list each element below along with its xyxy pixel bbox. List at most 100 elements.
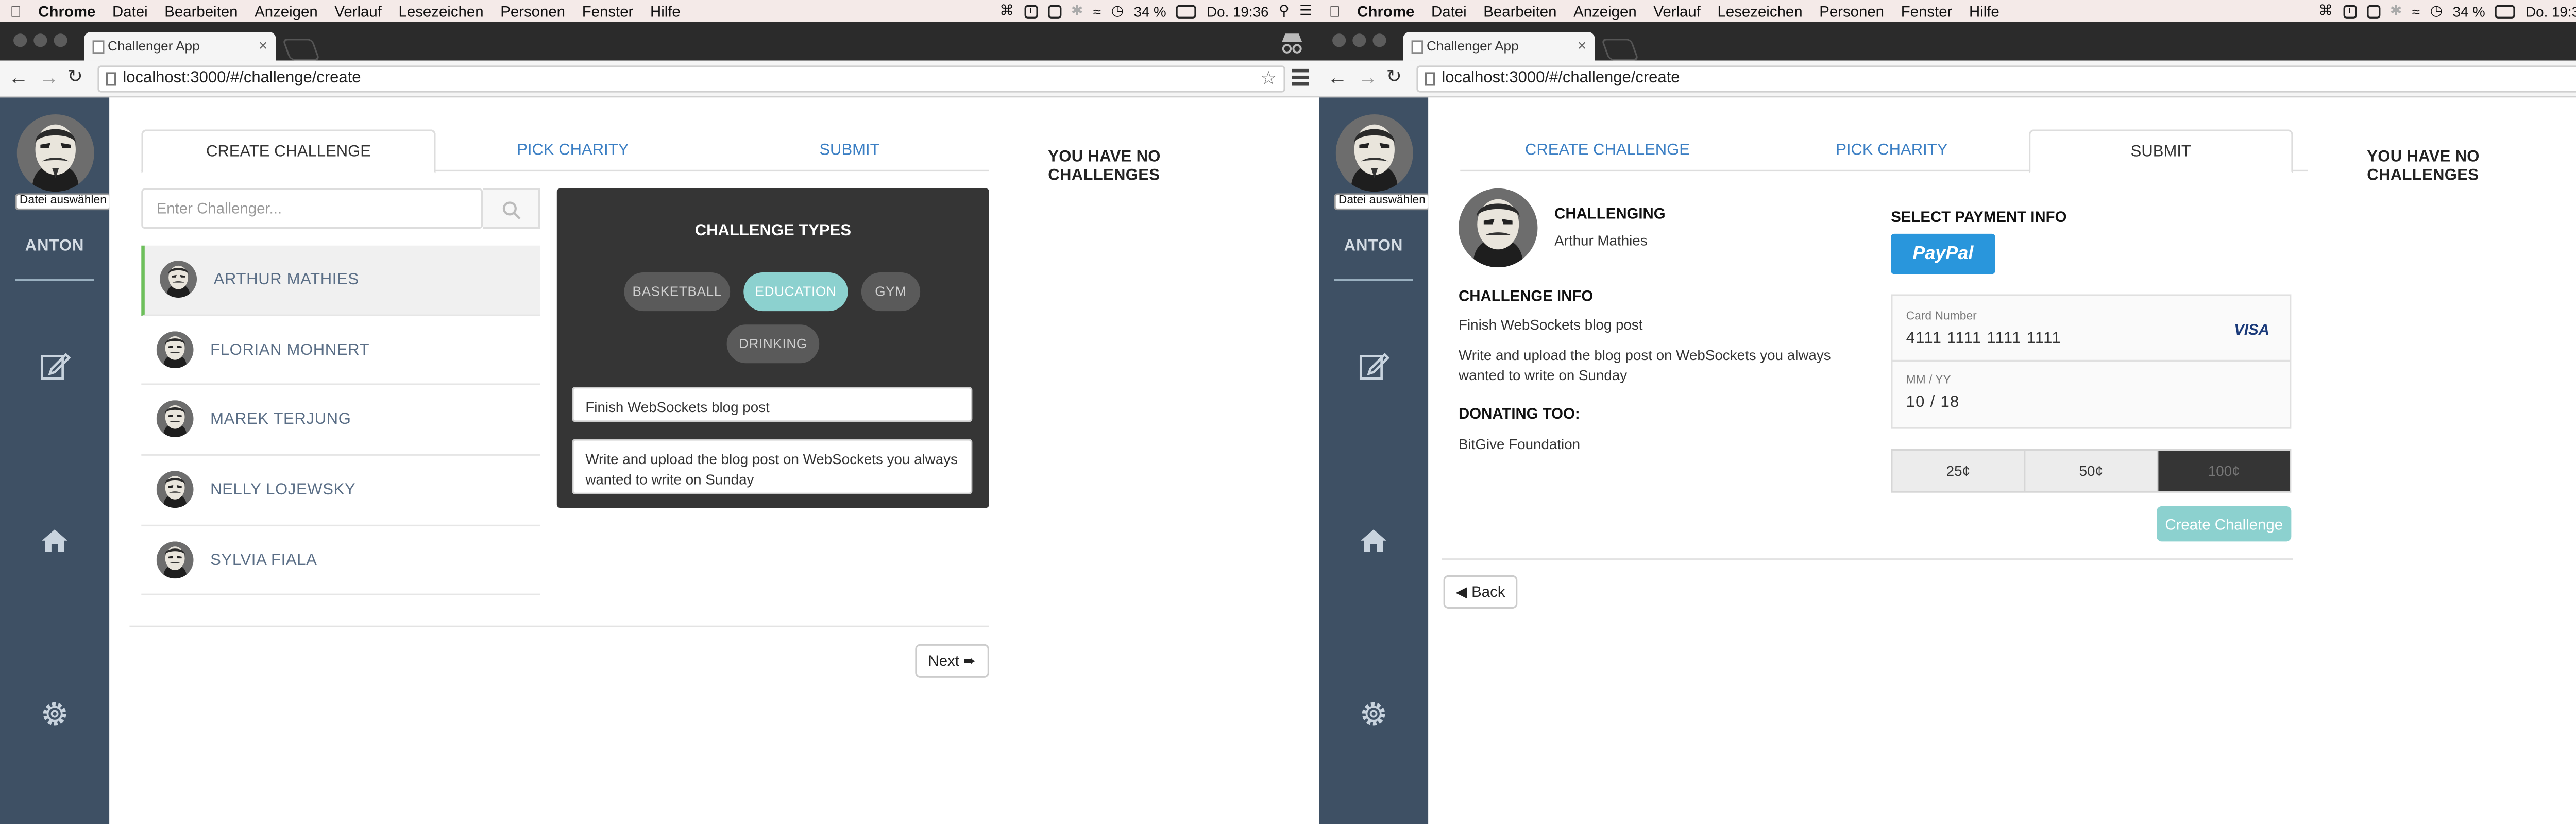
tab-submit[interactable]: SUBMIT	[2028, 129, 2293, 174]
menu-hilfe[interactable]: Hilfe	[1969, 3, 1999, 20]
window-zoom-button[interactable]	[1372, 33, 1386, 47]
amount-50-button[interactable]: 50¢	[2025, 451, 2159, 491]
spotlight-icon[interactable]: ⚲	[1279, 2, 1289, 20]
menu-datei[interactable]: Datei	[112, 3, 148, 20]
amount-100-button[interactable]: 100¢	[2158, 451, 2290, 491]
info-icon[interactable]: i	[2343, 4, 2357, 18]
new-tab-button[interactable]	[282, 39, 320, 61]
tab-pick-charity[interactable]: PICK CHARITY	[1755, 129, 2029, 171]
command-icon[interactable]: ⌘	[2318, 2, 2333, 20]
window-minimize-button[interactable]	[1352, 33, 1366, 47]
gear-icon[interactable]	[39, 698, 71, 730]
forward-arrow-icon[interactable]: →	[39, 65, 59, 89]
paypal-button[interactable]: PayPal	[1891, 233, 1995, 274]
forward-arrow-icon[interactable]: →	[1358, 65, 1378, 89]
menu-verlauf[interactable]: Verlauf	[1653, 3, 1701, 20]
challenge-description-textarea[interactable]: Write and upload the blog post on WebSoc…	[572, 439, 973, 494]
battery-icon[interactable]	[2495, 4, 2516, 18]
sidebar-username[interactable]: ANTON	[0, 237, 109, 255]
type-gym-button[interactable]: GYM	[861, 272, 921, 312]
page-info-icon[interactable]	[1425, 72, 1435, 86]
menu-bearbeiten[interactable]: Bearbeiten	[164, 3, 238, 20]
home-icon[interactable]	[39, 525, 71, 557]
menu-anzeigen[interactable]: Anzeigen	[255, 3, 318, 20]
tab-pick-charity[interactable]: PICK CHARITY	[436, 129, 710, 171]
browser-tab[interactable]: Challenger App ×	[1403, 32, 1595, 61]
expiry-input[interactable]: 10 / 18	[1906, 393, 1960, 412]
clock[interactable]: Do. 19:36	[1207, 3, 1268, 20]
menu-fenster[interactable]: Fenster	[1901, 3, 1953, 20]
apple-menu-icon[interactable]: 	[1329, 3, 1341, 20]
list-item[interactable]: NELLY LOJEWSKY	[141, 456, 540, 526]
type-education-button[interactable]: EDUCATION	[743, 272, 848, 312]
gear-icon[interactable]	[1358, 698, 1389, 730]
timemachine-icon[interactable]: ◷	[2430, 2, 2443, 20]
file-chooser-button[interactable]: Datei auswählen	[1334, 193, 1430, 211]
list-item[interactable]: MAREK TERJUNG	[141, 386, 540, 456]
tab-create-challenge[interactable]: CREATE CHALLENGE	[1460, 129, 1754, 171]
battery-icon[interactable]	[1176, 4, 1197, 18]
sidebar-username[interactable]: ANTON	[1319, 237, 1428, 255]
menu-personen[interactable]: Personen	[500, 3, 565, 20]
next-button[interactable]: Next ➨	[915, 644, 989, 678]
back-button[interactable]: ◀ Back	[1443, 575, 1518, 609]
menu-datei[interactable]: Datei	[1431, 3, 1467, 20]
status-app-icon[interactable]	[2366, 4, 2380, 18]
bluetooth-icon[interactable]: ✱	[1071, 2, 1083, 20]
tab-create-challenge[interactable]: CREATE CHALLENGE	[141, 129, 436, 174]
notification-center-icon[interactable]: ☰	[1299, 2, 1312, 20]
back-arrow-icon[interactable]: ←	[8, 65, 28, 89]
list-item[interactable]: FLORIAN MOHNERT	[141, 316, 540, 386]
menu-app-name[interactable]: Chrome	[1357, 3, 1414, 20]
bookmark-star-icon[interactable]: ☆	[1260, 67, 1277, 91]
new-tab-button[interactable]	[1601, 39, 1639, 61]
chrome-menu-icon[interactable]	[1292, 68, 1309, 86]
amount-25-button[interactable]: 25¢	[1892, 451, 2026, 491]
wifi-icon[interactable]: ≈	[1093, 3, 1101, 20]
tab-close-icon[interactable]: ×	[1578, 37, 1586, 54]
type-basketball-button[interactable]: BASKETBALL	[624, 272, 731, 312]
menu-verlauf[interactable]: Verlauf	[334, 3, 382, 20]
menu-personen[interactable]: Personen	[1819, 3, 1884, 20]
window-zoom-button[interactable]	[54, 33, 67, 47]
user-avatar[interactable]	[16, 114, 94, 192]
tab-close-icon[interactable]: ×	[259, 37, 267, 54]
tab-submit[interactable]: SUBMIT	[710, 129, 989, 171]
menu-bearbeiten[interactable]: Bearbeiten	[1483, 3, 1556, 20]
timemachine-icon[interactable]: ◷	[1111, 2, 1124, 20]
status-app-icon[interactable]	[1047, 4, 1061, 18]
challenger-search-input[interactable]: Enter Challenger...	[141, 188, 483, 229]
address-bar[interactable]: localhost:3000/#/challenge/create ☆	[1416, 65, 2576, 93]
menu-lesezeichen[interactable]: Lesezeichen	[399, 3, 484, 20]
menu-app-name[interactable]: Chrome	[38, 3, 95, 20]
file-chooser-button[interactable]: Datei auswählen	[15, 193, 111, 211]
reload-icon[interactable]: ↻	[1386, 65, 1402, 88]
menu-fenster[interactable]: Fenster	[582, 3, 634, 20]
reload-icon[interactable]: ↻	[67, 65, 83, 88]
apple-menu-icon[interactable]: 	[10, 3, 22, 20]
type-drinking-button[interactable]: DRINKING	[726, 324, 820, 364]
page-info-icon[interactable]	[106, 72, 116, 86]
card-number-input[interactable]: 4111 1111 1111 1111	[1906, 330, 2061, 348]
bluetooth-icon[interactable]: ✱	[2390, 2, 2402, 20]
menu-hilfe[interactable]: Hilfe	[650, 3, 681, 20]
info-icon[interactable]: i	[1024, 4, 1038, 18]
edit-icon[interactable]	[1358, 350, 1390, 382]
user-avatar[interactable]	[1335, 114, 1413, 192]
window-close-button[interactable]	[1332, 33, 1346, 47]
menu-lesezeichen[interactable]: Lesezeichen	[1718, 3, 1803, 20]
window-minimize-button[interactable]	[33, 33, 47, 47]
home-icon[interactable]	[1358, 525, 1389, 557]
list-item[interactable]: ARTHUR MATHIES	[141, 245, 540, 316]
challenge-title-input[interactable]: Finish WebSockets blog post	[572, 387, 973, 422]
command-icon[interactable]: ⌘	[999, 2, 1014, 20]
window-close-button[interactable]	[13, 33, 27, 47]
browser-tab[interactable]: Challenger App ×	[84, 32, 276, 61]
create-challenge-button[interactable]: Create Challenge	[2157, 506, 2292, 542]
menu-anzeigen[interactable]: Anzeigen	[1573, 3, 1637, 20]
address-bar[interactable]: localhost:3000/#/challenge/create ☆	[97, 65, 1285, 93]
list-item[interactable]: SYLVIA FIALA	[141, 526, 540, 596]
back-arrow-icon[interactable]: ←	[1327, 65, 1347, 89]
search-button[interactable]	[483, 188, 540, 229]
wifi-icon[interactable]: ≈	[2412, 3, 2420, 20]
